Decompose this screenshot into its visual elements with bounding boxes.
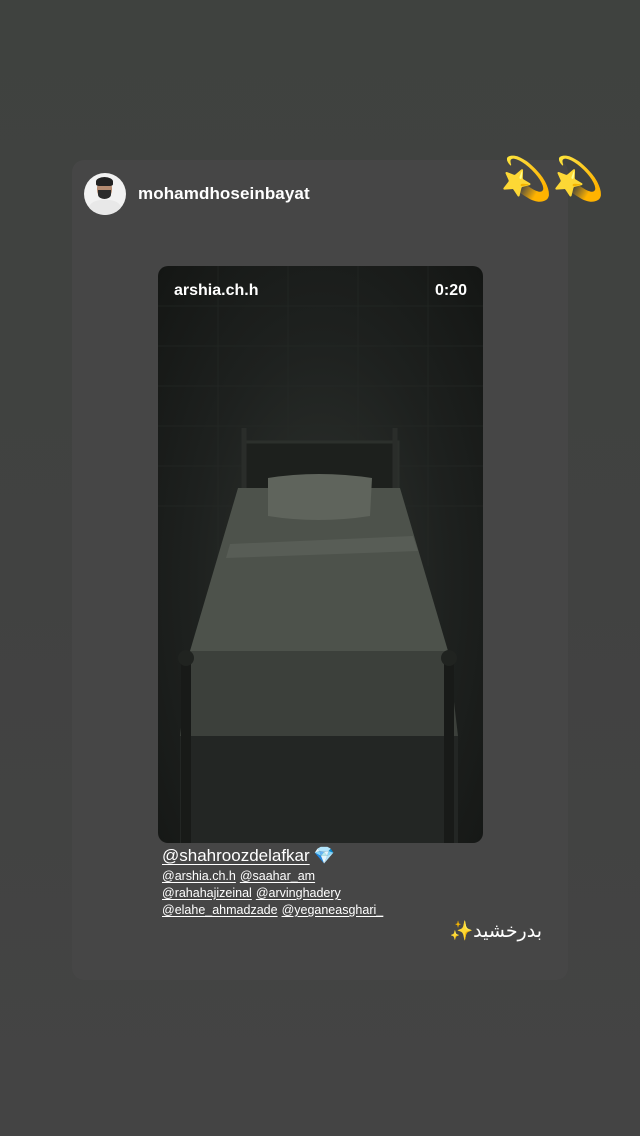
mention-link[interactable]: @rahahajizeinal: [162, 886, 252, 900]
story-header: mohamdhoseinbayat: [84, 172, 310, 216]
video-username[interactable]: arshia.ch.h: [174, 282, 258, 300]
dizzy-icon: 💫: [552, 155, 605, 202]
mention-link[interactable]: @elahe_ahmadzade: [162, 903, 278, 917]
mention-row: @rahahajizeinal @arvinghadery: [162, 886, 387, 900]
mention-link[interactable]: @arvinghadery: [256, 886, 341, 900]
mention-link[interactable]: @yeganeasghari_: [282, 903, 384, 917]
mentions-block: @shahroozdelafkar 💎 @arshia.ch.h @saahar_a…: [162, 846, 387, 917]
mention-row: @elahe_ahmadzade @yeganeasghari_: [162, 903, 387, 917]
mention-link[interactable]: @arshia.ch.h: [162, 869, 236, 883]
story-username[interactable]: mohamdhoseinbayat: [138, 184, 310, 204]
video-duration: 0:20: [434, 282, 467, 299]
video-thumbnail[interactable]: arshia.ch.h 0:20: [158, 266, 483, 843]
mention-link-main[interactable]: @shahroozdelafkar: [162, 846, 310, 865]
bed-image: [158, 266, 483, 843]
gem-icon: 💎: [313, 846, 335, 865]
avatar[interactable]: [84, 173, 126, 215]
caption-text: بدرخشید✨: [449, 920, 543, 942]
mention-row: @arshia.ch.h @saahar_am: [162, 869, 387, 883]
mention-link[interactable]: @saahar_am: [240, 869, 315, 883]
dizzy-stickers: 💫 💫: [500, 158, 605, 200]
dizzy-icon: 💫: [500, 155, 553, 202]
